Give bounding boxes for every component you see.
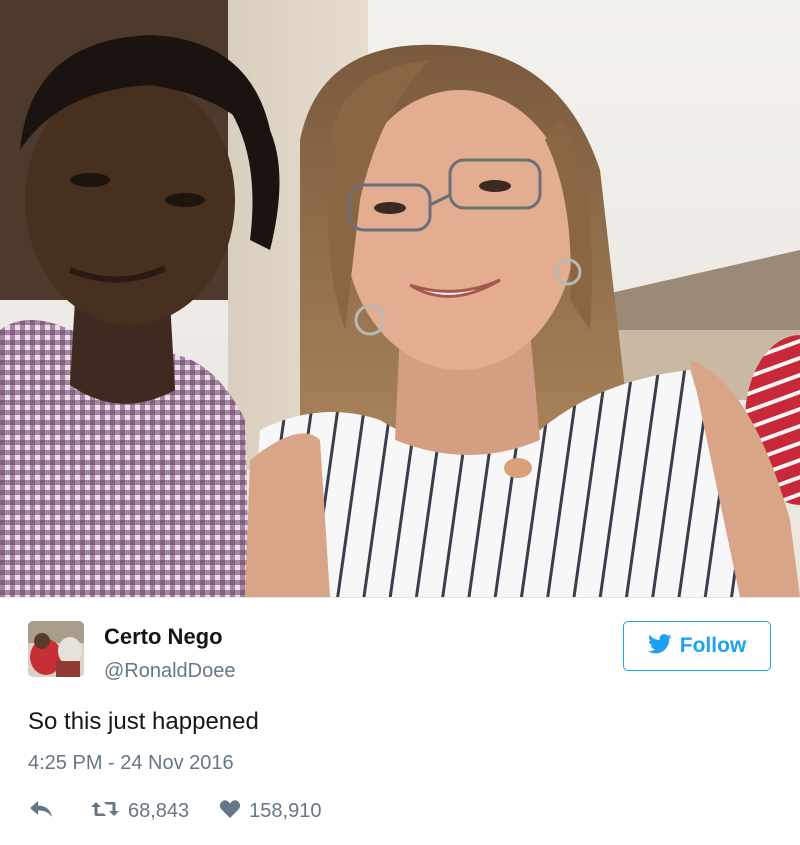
photo-divider bbox=[0, 597, 800, 598]
retweet-count: 68,843 bbox=[128, 799, 190, 822]
author-avatar[interactable] bbox=[28, 621, 84, 677]
tweet-photo[interactable] bbox=[0, 0, 800, 597]
follow-label: Follow bbox=[679, 634, 747, 657]
like-button[interactable]: 158,910 bbox=[219, 799, 321, 824]
reply-button[interactable] bbox=[28, 799, 58, 824]
twitter-bird-icon bbox=[647, 633, 672, 659]
author-display-name[interactable]: Certo Nego bbox=[104, 624, 223, 650]
tweet-timestamp[interactable]: 4:25 PM - 24 Nov 2016 bbox=[28, 752, 234, 775]
retweet-button[interactable]: 68,843 bbox=[90, 799, 189, 824]
author-handle[interactable]: @RonaldDoee bbox=[104, 660, 236, 683]
heart-icon bbox=[219, 799, 241, 824]
tweet-actions: 68,843 158,910 bbox=[28, 796, 321, 826]
follow-button[interactable]: Follow bbox=[623, 621, 771, 671]
tweet-text: So this just happened bbox=[28, 708, 259, 735]
reply-icon bbox=[28, 799, 54, 824]
retweet-icon bbox=[90, 799, 120, 824]
like-count: 158,910 bbox=[249, 799, 322, 822]
